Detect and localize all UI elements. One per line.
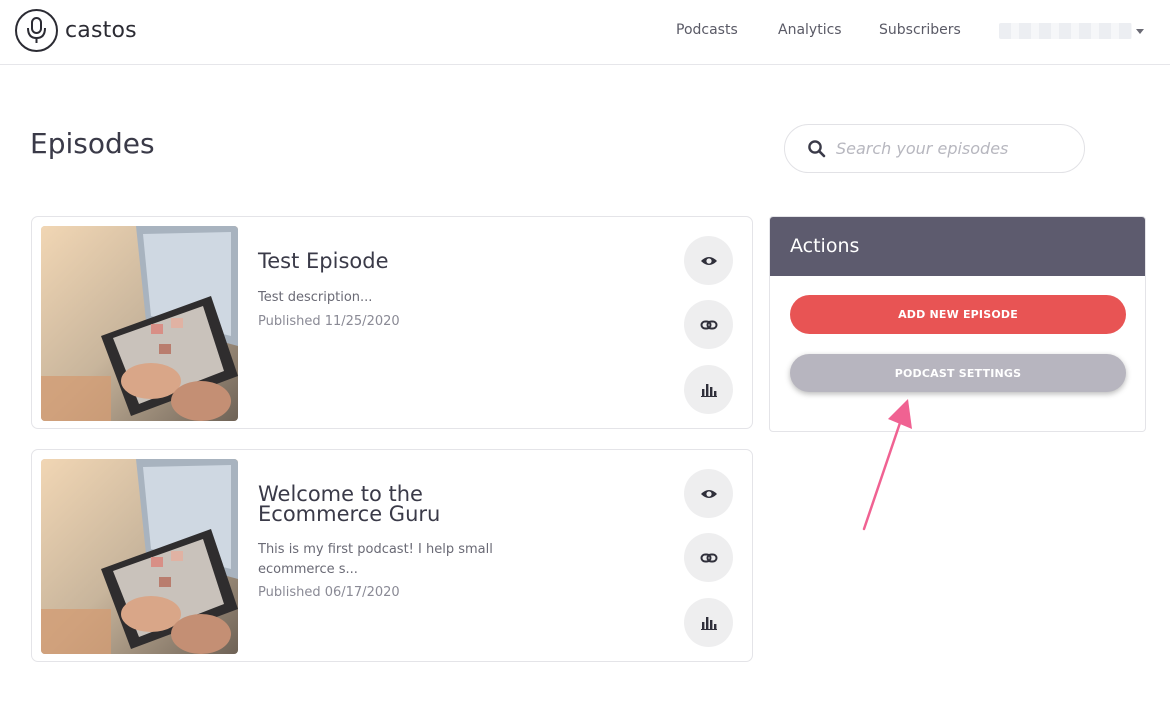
add-new-episode-button[interactable]: ADD NEW EPISODE	[790, 295, 1126, 334]
microphone-icon	[15, 9, 58, 52]
episode-description: Test description...	[258, 290, 373, 305]
episode-published-date: Published 11/25/2020	[258, 314, 400, 329]
episode-card: Welcome to the Ecommerce Guru This is my…	[31, 449, 753, 662]
link-icon	[700, 320, 717, 329]
episode-title[interactable]: Test Episode	[258, 251, 548, 272]
top-navigation-bar: castos Podcasts Analytics Subscribers	[0, 0, 1170, 65]
bar-chart-icon	[700, 616, 717, 630]
episode-stats-button[interactable]	[684, 598, 733, 647]
copy-link-button[interactable]	[684, 300, 733, 349]
search-input[interactable]	[836, 139, 1076, 158]
bar-chart-icon	[700, 383, 717, 397]
view-episode-button[interactable]	[684, 469, 733, 518]
nav-podcasts[interactable]: Podcasts	[676, 22, 738, 38]
view-episode-button[interactable]	[684, 236, 733, 285]
nav-subscribers[interactable]: Subscribers	[879, 22, 961, 38]
account-menu[interactable]	[999, 22, 1144, 40]
episode-card: Test Episode Test description... Publish…	[31, 216, 753, 429]
annotation-arrow-icon	[862, 399, 912, 531]
actions-panel: Actions ADD NEW EPISODE PODCAST SETTINGS	[769, 216, 1146, 432]
castos-logo[interactable]: castos	[15, 9, 137, 52]
caret-down-icon	[1136, 28, 1144, 34]
episode-published-date: Published 06/17/2020	[258, 585, 400, 600]
actions-panel-title: Actions	[770, 217, 1145, 276]
episode-title[interactable]: Welcome to the Ecommerce Guru	[258, 484, 548, 525]
eye-icon	[700, 256, 717, 265]
episode-stats-button[interactable]	[684, 365, 733, 414]
page-title: Episodes	[30, 127, 155, 160]
account-name-redacted	[999, 23, 1132, 39]
eye-icon	[700, 489, 717, 498]
logo-text: castos	[65, 18, 137, 43]
episode-thumbnail[interactable]	[41, 226, 238, 421]
search-icon	[807, 139, 827, 159]
copy-link-button[interactable]	[684, 533, 733, 582]
episode-search[interactable]	[784, 124, 1085, 173]
podcast-settings-button[interactable]: PODCAST SETTINGS	[790, 354, 1126, 392]
episode-thumbnail[interactable]	[41, 459, 238, 654]
nav-analytics[interactable]: Analytics	[778, 22, 842, 38]
episode-description: This is my first podcast! I help small e…	[258, 542, 493, 577]
link-icon	[700, 553, 717, 562]
